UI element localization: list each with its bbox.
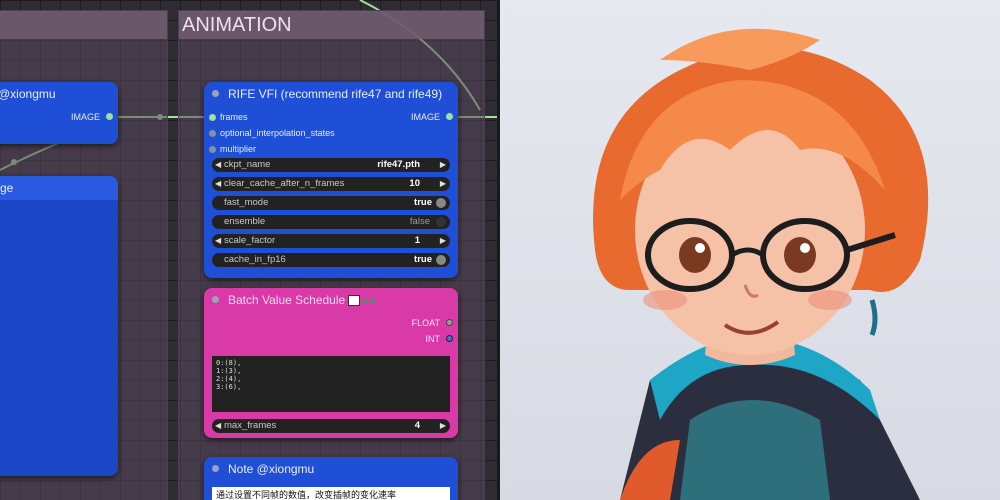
max-frames-value: 4 [414,420,420,431]
scale-factor-value: 1 [414,235,420,246]
batch-collapse-dot[interactable] [212,296,219,303]
max-frames-number[interactable]: ◀ max_frames 4 ▶ [212,419,450,433]
group-left-title [0,11,167,39]
cache-fp16-toggle-icon[interactable] [436,255,446,265]
ckpt-next-icon[interactable]: ▶ [440,158,446,172]
ckpt-prev-icon[interactable]: ◀ [215,158,221,172]
group-title: ANIMATION [179,11,484,39]
float-output-socket[interactable] [446,319,453,326]
clear-cache-dec-icon[interactable]: ◀ [215,177,221,191]
scale-prev-icon[interactable]: ◀ [215,234,221,248]
clear-cache-value: 10 [409,178,420,189]
scale-factor-label: scale_factor [224,235,276,246]
calendar-icon [348,295,361,307]
ensemble-toggle[interactable]: ensemble false [212,215,450,229]
batch-title-text: Batch Value Schedule [228,293,346,307]
float-output-label: FLOAT [411,318,440,328]
status-dot-icon-2 [370,297,377,304]
ckpt-name-combo[interactable]: ◀ ckpt_name rife47.pth ▶ [212,158,450,172]
ensemble-toggle-icon[interactable] [436,217,446,227]
int-output-socket[interactable] [446,335,453,342]
rife-vfi-node[interactable]: RIFE VFI (recommend rife47 and rife49) f… [204,82,458,278]
max-frames-inc-icon[interactable]: ▶ [440,419,446,433]
scale-factor-combo[interactable]: ◀ scale_factor 1 ▶ [212,234,450,248]
note-node[interactable]: Note @xiongmu 通过设置不同帧的数值，改变插帧的变化速率 [204,457,458,500]
status-dot-icon [362,297,369,304]
cache-fp16-label: cache_in_fp16 [224,254,286,265]
left-note-output-socket[interactable] [106,113,113,120]
input-multiplier: multiplier [220,144,257,154]
batch-title: Batch Value Schedule [204,288,458,312]
note-title: Note @xiongmu [228,462,315,476]
rife-collapse-dot[interactable] [212,90,219,97]
input-optional-interpolation-states: optional_interpolation_states [220,128,335,138]
scale-next-icon[interactable]: ▶ [440,234,446,248]
clear-cache-number[interactable]: ◀ clear_cache_after_n_frames 10 ▶ [212,177,450,191]
output-portrait-image [500,0,1000,500]
cache-fp16-toggle[interactable]: cache_in_fp16 true [212,253,450,267]
schedule-textarea[interactable]: 0:(8), 1:(3), 2:(4), 3:(6), [212,356,450,412]
ckpt-name-label: ckpt_name [224,159,271,170]
left-node-2[interactable]: ge [0,176,118,476]
note-collapse-dot[interactable] [212,465,219,472]
max-frames-label: max_frames [224,420,277,431]
left-note-title: @xiongmu [0,87,56,101]
ensemble-label: ensemble [224,216,266,227]
clear-cache-inc-icon[interactable]: ▶ [440,177,446,191]
batch-value-schedule-node[interactable]: Batch Value Schedule FLOAT INT 0:(8), 1:… [204,288,458,438]
left-node-2-title: ge [0,176,118,200]
fast-mode-toggle-icon[interactable] [436,198,446,208]
left-note-node[interactable]: @xiongmu IMAGE [0,82,118,144]
ensemble-value: false [409,216,430,227]
ckpt-name-value: rife47.pth [377,159,420,170]
frames-socket[interactable] [209,114,216,121]
portrait-illustration [593,28,929,500]
clear-cache-label: clear_cache_after_n_frames [224,178,345,189]
fast-mode-value: true [414,197,432,208]
max-frames-dec-icon[interactable]: ◀ [215,419,221,433]
rife-output-label: IMAGE [410,112,440,122]
left-note-output-label: IMAGE [70,112,100,122]
rife-output-socket[interactable] [446,113,453,120]
fast-mode-toggle[interactable]: fast_mode true [212,196,450,210]
input-frames: frames [220,112,248,122]
note-textarea[interactable]: 通过设置不同帧的数值，改变插帧的变化速率 [212,487,450,500]
interp-states-socket[interactable] [209,130,216,137]
node-graph-canvas[interactable]: ANIMATION @xiongmu IMAGE ge RIFE VFI (re… [0,0,500,500]
fast-mode-label: fast_mode [224,197,269,208]
int-output-label: INT [425,334,441,344]
multiplier-socket[interactable] [209,146,216,153]
rife-title: RIFE VFI (recommend rife47 and rife49) [228,87,443,101]
cache-fp16-value: true [414,254,432,265]
